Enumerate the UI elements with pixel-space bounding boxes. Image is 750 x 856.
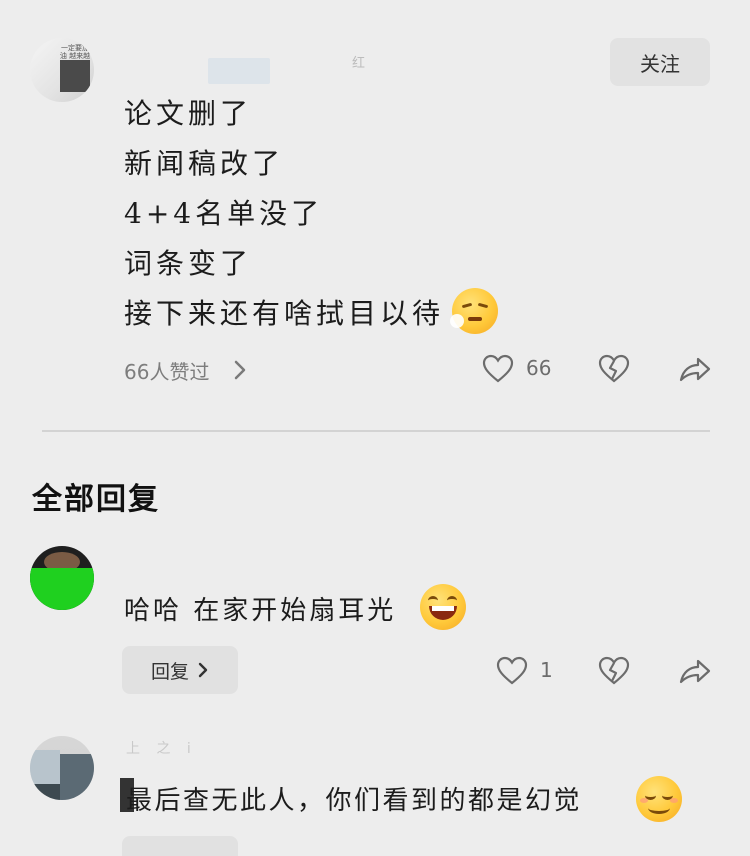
laughing-emoji-icon: [420, 584, 466, 630]
reply-avatar[interactable]: [30, 736, 94, 800]
reply-button-label: 回复: [150, 660, 189, 683]
author-name-blurred[interactable]: [208, 58, 270, 84]
post-line-2: 新闻稿改了: [124, 147, 285, 180]
smirk-emoji-icon: [636, 776, 682, 822]
reply-avatar[interactable]: [30, 546, 94, 610]
reply-author-name[interactable]: 上 之 i: [126, 738, 197, 758]
likes-summary[interactable]: 66人赞过: [124, 356, 209, 385]
heart-outline-icon[interactable]: [482, 354, 514, 384]
all-replies-title: 全部回复: [32, 482, 160, 517]
post-like-count: 66: [526, 356, 552, 380]
section-divider: [42, 430, 710, 432]
reply-text: 最后查无此人，你们看到的都是幻觉: [126, 786, 583, 816]
broken-heart-icon[interactable]: [598, 656, 630, 686]
reply-text: 哈哈 在家开始扇耳光: [124, 596, 397, 626]
author-avatar[interactable]: 一定要加油 越来越好: [30, 38, 94, 102]
share-arrow-icon[interactable]: [678, 656, 712, 686]
chevron-right-icon: [198, 662, 208, 678]
broken-heart-icon[interactable]: [598, 354, 630, 384]
post-line-4: 词条变了: [124, 247, 253, 280]
reply-button[interactable]: [122, 836, 238, 856]
post-line-3: 4+4名单没了: [124, 197, 324, 230]
post-line-5: 接下来还有啥拭目以待: [124, 297, 445, 330]
chevron-right-icon[interactable]: [230, 358, 250, 382]
author-name-suffix: 红: [352, 56, 366, 71]
heart-outline-icon[interactable]: [496, 656, 528, 686]
follow-button[interactable]: 关注: [610, 38, 710, 86]
flushed-emoji-icon: [450, 288, 498, 334]
share-arrow-icon[interactable]: [678, 354, 712, 384]
post-line-1: 论文删了: [124, 97, 253, 130]
reply-button[interactable]: 回复: [122, 646, 238, 694]
reply-like-count: 1: [540, 658, 553, 682]
